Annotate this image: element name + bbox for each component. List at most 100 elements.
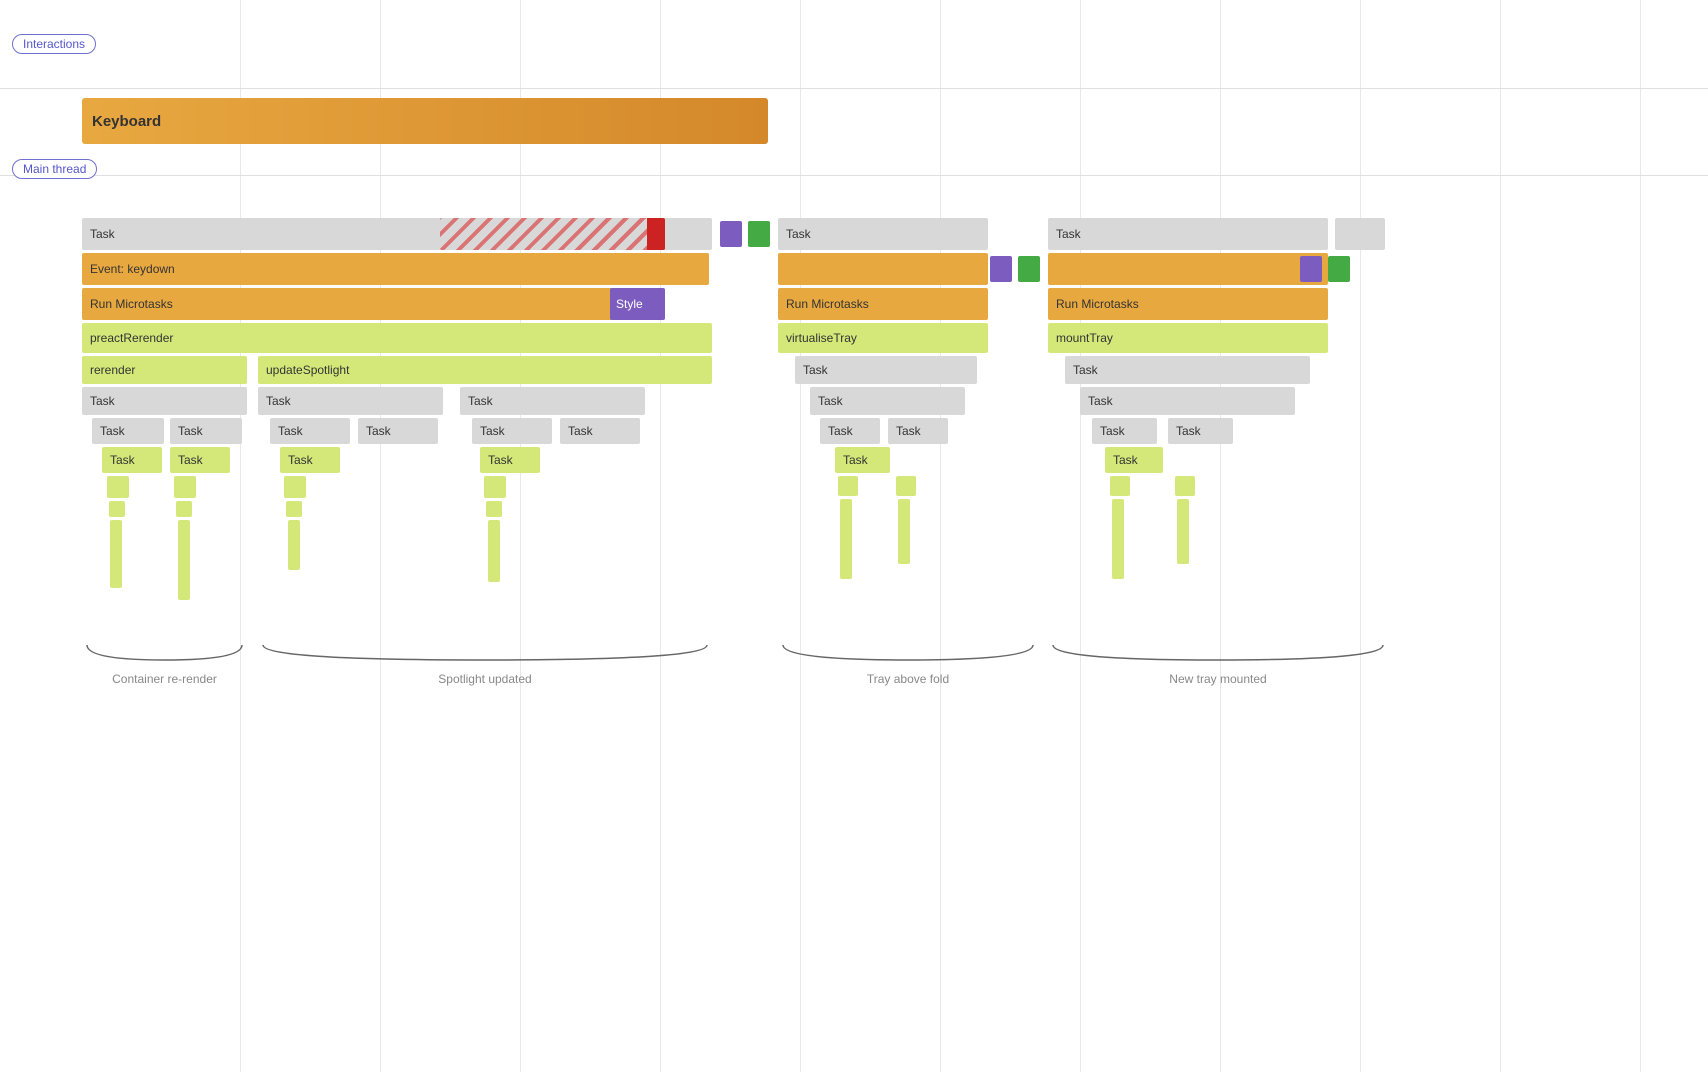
bar-vt-2: [898, 499, 910, 564]
task-sub-6-label: Task: [278, 424, 303, 438]
brace-container-rerender: [82, 640, 247, 670]
brace-new-tray-mounted-label: New tray mounted: [1048, 672, 1388, 686]
task-sub-vt-1-label: Task: [803, 363, 828, 377]
mini-3: [284, 476, 306, 498]
task-sub-l5-4: Task: [480, 447, 540, 473]
update-spotlight-label: updateSpotlight: [266, 363, 349, 377]
interactions-label[interactable]: Interactions: [12, 34, 96, 54]
task-sub-4-label: Task: [100, 424, 125, 438]
small-purple-3: [1300, 256, 1322, 282]
keyboard-bar: Keyboard: [82, 98, 768, 144]
run-microtasks-1-label: Run Microtasks: [90, 297, 173, 311]
grid-line: [380, 0, 381, 1072]
brace-tray-above-fold-label: Tray above fold: [778, 672, 1038, 686]
mount-tray-label: mountTray: [1056, 331, 1113, 345]
grid-line: [1640, 0, 1641, 1072]
task-sub-vt-2: Task: [810, 387, 965, 415]
grid-line: [1220, 0, 1221, 1072]
bar-vt-1: [840, 499, 852, 579]
run-microtasks-3-block: Run Microtasks: [1048, 288, 1328, 320]
grid-line: [940, 0, 941, 1072]
task-block-3: Task: [1048, 218, 1328, 250]
run-microtasks-2-label: Run Microtasks: [786, 297, 869, 311]
grid-line: [1500, 0, 1501, 1072]
task-sub-mt-1-label: Task: [1073, 363, 1098, 377]
bar-mt-1: [1112, 499, 1124, 579]
bar-3: [288, 520, 300, 570]
main-thread-label[interactable]: Main thread: [12, 159, 97, 179]
task-hatched-overlay: [440, 218, 665, 250]
grid-line: [660, 0, 661, 1072]
bar-1: [110, 520, 122, 588]
task-sub-vt-4: Task: [888, 418, 948, 444]
run-microtasks-2-block: Run Microtasks: [778, 288, 988, 320]
task-block-partial: [1335, 218, 1385, 250]
task-sub-2-label: Task: [266, 394, 291, 408]
brace-tray-above-fold: [778, 640, 1038, 670]
task-sub-mt-1: Task: [1065, 356, 1310, 384]
brace-spotlight-updated: [258, 640, 712, 670]
mini-mt-2: [1175, 476, 1195, 496]
brace-new-tray-mounted: [1048, 640, 1388, 670]
task-sub-mt-3-label: Task: [1100, 424, 1125, 438]
keyboard-label: Keyboard: [92, 113, 161, 130]
virtualise-tray-label: virtualiseTray: [786, 331, 857, 345]
task-sub-3-label: Task: [468, 394, 493, 408]
style-button-block: Style: [610, 288, 665, 320]
mini-vt-1: [838, 476, 858, 496]
task-sub-mt-2: Task: [1080, 387, 1295, 415]
task-sub-vt-4-label: Task: [896, 424, 921, 438]
task-sub-6: Task: [270, 418, 350, 444]
task-sub-3: Task: [460, 387, 645, 415]
task-sub-7: Task: [358, 418, 438, 444]
task-sub-l5-2-label: Task: [178, 453, 203, 467]
task-sub-l5-2: Task: [170, 447, 230, 473]
update-spotlight-block: updateSpotlight: [258, 356, 712, 384]
task-1-label: Task: [90, 227, 115, 241]
brace-container-rerender-label: Container re-render: [82, 672, 247, 686]
orange-bar-2: [778, 253, 988, 285]
virtualise-tray-block: virtualiseTray: [778, 323, 988, 353]
task-sub-2: Task: [258, 387, 443, 415]
orange-bar-3: [1048, 253, 1328, 285]
tiny-2: [176, 501, 192, 517]
task-sub-9-label: Task: [568, 424, 593, 438]
mini-vt-2: [896, 476, 916, 496]
mount-tray-block: mountTray: [1048, 323, 1328, 353]
task-sub-vt-3: Task: [820, 418, 880, 444]
small-green-1: [748, 221, 770, 247]
hatch-pattern: [440, 218, 665, 250]
task-sub-1: Task: [82, 387, 247, 415]
task-sub-vt-3-label: Task: [828, 424, 853, 438]
task-2-label: Task: [786, 227, 811, 241]
task-sub-8-label: Task: [480, 424, 505, 438]
task-3-label: Task: [1056, 227, 1081, 241]
grid-line: [520, 0, 521, 1072]
task-sub-vt-2-label: Task: [818, 394, 843, 408]
run-microtasks-3-label: Run Microtasks: [1056, 297, 1139, 311]
grid-lines: [0, 0, 1708, 1072]
style-label: Style: [616, 297, 643, 311]
tiny-1: [109, 501, 125, 517]
tiny-4: [486, 501, 502, 517]
task-sub-l5-1: Task: [102, 447, 162, 473]
grid-line: [1360, 0, 1361, 1072]
tiny-3: [286, 501, 302, 517]
h-rule-main: [0, 175, 1708, 176]
event-keydown-label: Event: keydown: [90, 262, 175, 276]
mini-mt-1: [1110, 476, 1130, 496]
mini-2: [174, 476, 196, 498]
bar-2: [178, 520, 190, 600]
main-thread-badge[interactable]: Main thread: [12, 159, 97, 179]
small-green-2: [1018, 256, 1040, 282]
grid-line: [800, 0, 801, 1072]
interactions-badge[interactable]: Interactions: [12, 34, 96, 54]
bar-mt-2: [1177, 499, 1189, 564]
bar-4: [488, 520, 500, 582]
task-sub-4: Task: [92, 418, 164, 444]
task-sub-l5-4-label: Task: [488, 453, 513, 467]
task-sub-vt-5: Task: [835, 447, 890, 473]
small-purple-1: [720, 221, 742, 247]
task-sub-vt-1: Task: [795, 356, 977, 384]
hatch-red-end: [647, 218, 665, 250]
